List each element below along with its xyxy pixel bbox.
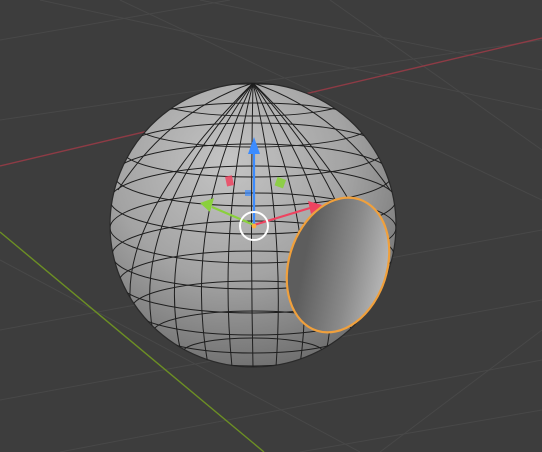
gizmo-pivot-dot [251, 223, 257, 229]
3d-viewport[interactable] [0, 0, 542, 452]
gizmo-xy-plane-handle[interactable] [245, 190, 251, 196]
viewport-canvas[interactable] [0, 0, 542, 452]
